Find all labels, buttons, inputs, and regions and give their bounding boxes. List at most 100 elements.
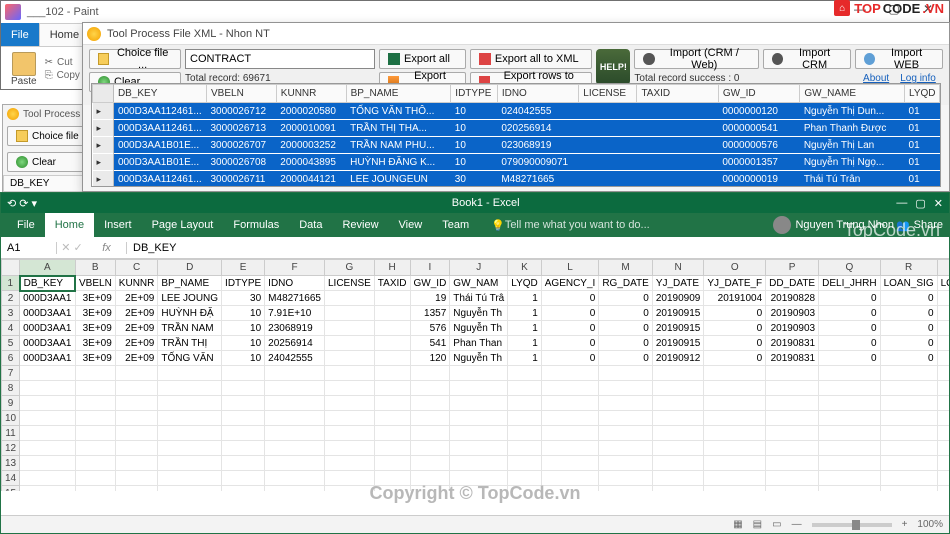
col-header[interactable]: N: [652, 260, 704, 276]
view-normal-icon[interactable]: ▦: [733, 519, 742, 530]
tab-file[interactable]: File: [1, 23, 39, 46]
excel-tab-review[interactable]: Review: [332, 213, 388, 237]
zoom-level[interactable]: 100%: [917, 519, 943, 530]
row-header[interactable]: 8: [2, 381, 20, 396]
col-header[interactable]: D: [158, 260, 222, 276]
col-header[interactable]: G: [325, 260, 375, 276]
table-row[interactable]: 5000D3AA13E+092E+09TRẦN THỊ1020256914541…: [2, 336, 950, 351]
tool-titlebar: Tool Process File XML - Nhon NT: [83, 23, 949, 45]
share-button[interactable]: 👥Share: [896, 219, 943, 232]
col-header[interactable]: LYQD: [905, 85, 940, 103]
excel-tab-file[interactable]: File: [7, 213, 45, 237]
col-header[interactable]: BP_NAME: [346, 85, 451, 103]
excel-tab-home[interactable]: Home: [45, 213, 94, 237]
excel-tab-team[interactable]: Team: [432, 213, 479, 237]
row-header[interactable]: 11: [2, 426, 20, 441]
export-all-button[interactable]: Export all: [379, 49, 466, 69]
row-header[interactable]: 4: [2, 321, 20, 336]
import-crm-web-button[interactable]: Import (CRM / Web): [634, 49, 759, 69]
excel-min-button[interactable]: —: [896, 197, 907, 209]
row-header[interactable]: 9: [2, 396, 20, 411]
paste-button[interactable]: Paste: [7, 52, 41, 87]
table-row[interactable]: 000D3AA1B01E...30000267072000003252TRẦN …: [93, 137, 940, 154]
col-header[interactable]: KUNNR: [276, 85, 346, 103]
col-header[interactable]: S: [937, 260, 949, 276]
zoom-slider[interactable]: [812, 523, 892, 527]
col-header[interactable]: TAXID: [637, 85, 718, 103]
choice-file-button[interactable]: Choice file ...: [89, 49, 181, 69]
row-header[interactable]: 15: [2, 486, 20, 492]
col-header[interactable]: B: [75, 260, 115, 276]
row-header[interactable]: 7: [2, 366, 20, 381]
view-break-icon[interactable]: ▭: [772, 519, 781, 530]
col-header[interactable]: A: [20, 260, 75, 276]
excel-statusbar: ▦ ▤ ▭ — + 100%: [1, 515, 949, 533]
name-box[interactable]: A1: [1, 242, 57, 254]
excel-grid[interactable]: ABCDEFGHIJKLMNOPQRSTU1DB_KEYVBELNKUNNRBP…: [1, 259, 949, 491]
excel-tab-data[interactable]: Data: [289, 213, 332, 237]
col-header[interactable]: O: [704, 260, 766, 276]
table-row[interactable]: 3000D3AA13E+092E+09HUỲNH ĐẶ107.91E+10135…: [2, 306, 950, 321]
col-header[interactable]: P: [766, 260, 819, 276]
import-web-button[interactable]: Import WEB: [855, 49, 943, 69]
row-header[interactable]: 3: [2, 306, 20, 321]
folder-icon: [16, 130, 28, 142]
col-header[interactable]: VBELN: [207, 85, 277, 103]
col-header[interactable]: GW_ID: [718, 85, 799, 103]
col-header[interactable]: I: [410, 260, 450, 276]
col-header[interactable]: J: [450, 260, 508, 276]
table-row[interactable]: 000D3AA112461...30000267122000020580TỐNG…: [93, 103, 940, 120]
row-header[interactable]: 13: [2, 456, 20, 471]
view-page-icon[interactable]: ▤: [753, 519, 762, 530]
col-header[interactable]: M: [599, 260, 653, 276]
row-header[interactable]: 2: [2, 291, 20, 306]
col-header[interactable]: F: [265, 260, 325, 276]
import-crm-button[interactable]: Import CRM: [763, 49, 851, 69]
excel-tab-formulas[interactable]: Formulas: [223, 213, 289, 237]
excel-tab-view[interactable]: View: [389, 213, 433, 237]
col-header[interactable]: IDNO: [497, 85, 578, 103]
avatar-icon: [773, 216, 791, 234]
col-header[interactable]: L: [541, 260, 599, 276]
filter-input[interactable]: [185, 49, 375, 69]
col-header[interactable]: GW_NAME: [800, 85, 905, 103]
fx-label[interactable]: fx: [87, 242, 127, 254]
table-row[interactable]: 4000D3AA13E+092E+09TRẦN NAM1023068919576…: [2, 321, 950, 336]
copy-button[interactable]: ⎘Copy: [45, 70, 80, 81]
excel-tab-insert[interactable]: Insert: [94, 213, 142, 237]
formula-bar: A1 ✕ ✓ fx DB_KEY: [1, 237, 949, 259]
logo-icon: ⌂: [834, 0, 850, 16]
col-header[interactable]: E: [222, 260, 265, 276]
row-header[interactable]: 6: [2, 351, 20, 366]
row-header[interactable]: 12: [2, 441, 20, 456]
row-header[interactable]: 5: [2, 336, 20, 351]
table-row[interactable]: 6000D3AA13E+092E+09TỐNG VĂN1024042555120…: [2, 351, 950, 366]
topcode-logo: ⌂ TOPCODE.VN: [834, 0, 944, 16]
help-icon[interactable]: HELP!: [596, 49, 630, 85]
excel-close-button[interactable]: ✕: [934, 197, 943, 210]
col-header[interactable]: LICENSE: [579, 85, 637, 103]
tell-me[interactable]: 💡 Tell me what you want to do...: [481, 213, 660, 237]
row-header[interactable]: 10: [2, 411, 20, 426]
col-header[interactable]: R: [880, 260, 937, 276]
export-all-xml-button[interactable]: Export all to XML: [470, 49, 593, 69]
import-icon: [643, 53, 654, 65]
copy-icon: ⎘: [45, 70, 53, 81]
col-header[interactable]: DB_KEY: [113, 85, 206, 103]
col-header[interactable]: K: [508, 260, 542, 276]
table-row[interactable]: 000D3AA112461...30000267112000044121LEE …: [93, 171, 940, 188]
col-header[interactable]: IDTYPE: [451, 85, 498, 103]
cut-button[interactable]: ✂Cut: [45, 57, 80, 68]
row-header[interactable]: 14: [2, 471, 20, 486]
table-row[interactable]: 000D3AA112461...30000267132000010091TRẦN…: [93, 120, 940, 137]
row-header[interactable]: 1: [2, 276, 20, 291]
col-header[interactable]: Q: [819, 260, 880, 276]
data-table[interactable]: DB_KEYVBELNKUNNRBP_NAMEIDTYPEIDNOLICENSE…: [91, 83, 941, 187]
formula-value[interactable]: DB_KEY: [127, 242, 949, 254]
col-header[interactable]: C: [115, 260, 158, 276]
excel-max-button[interactable]: ▢: [915, 197, 925, 210]
excel-tab-page-layout[interactable]: Page Layout: [142, 213, 224, 237]
table-row[interactable]: 2000D3AA13E+092E+09LEE JOUNG30M482716651…: [2, 291, 950, 306]
col-header[interactable]: H: [374, 260, 410, 276]
table-row[interactable]: 000D3AA1B01E...30000267082000043895HUỲNH…: [93, 154, 940, 171]
